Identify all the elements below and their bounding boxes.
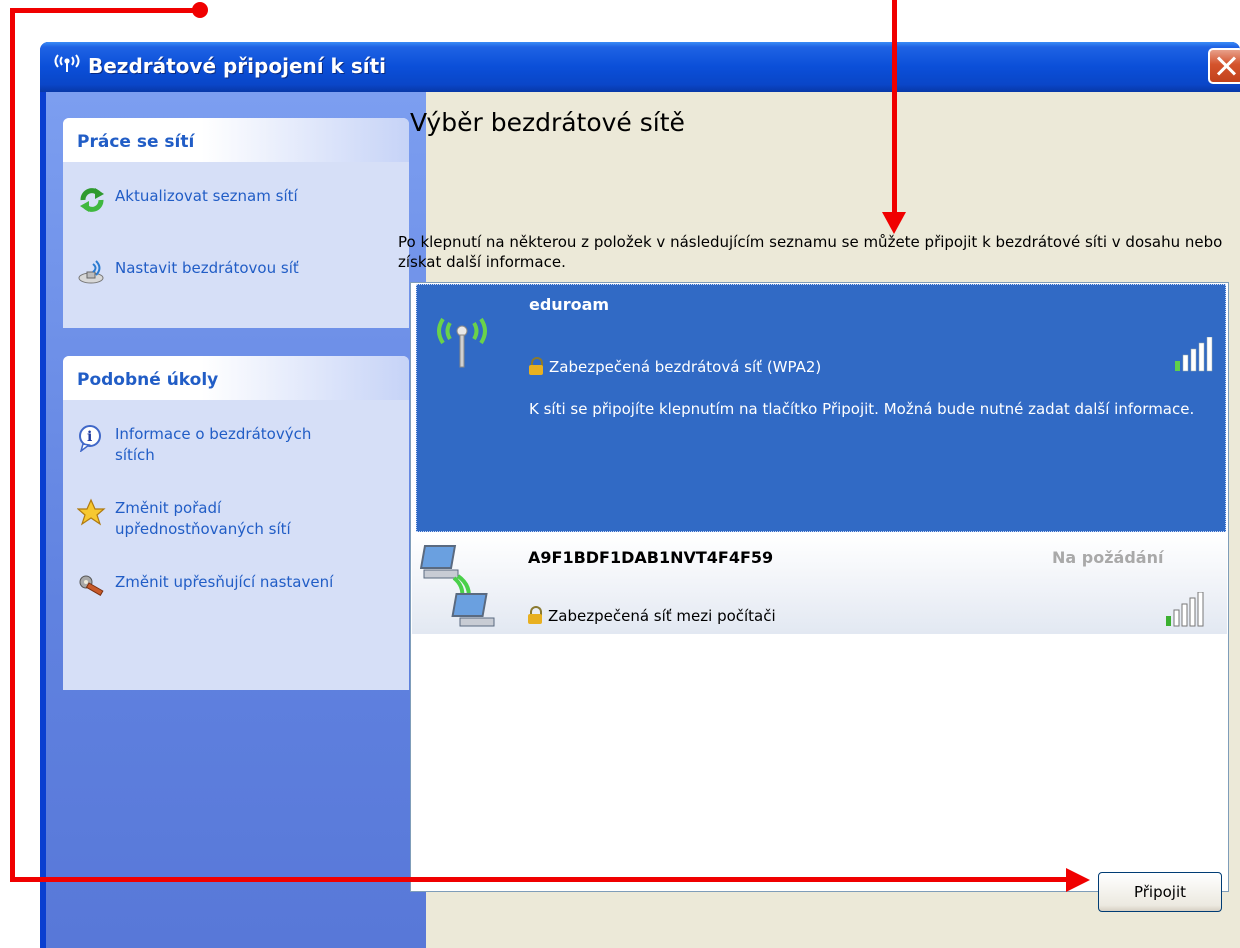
signal-strength-icon xyxy=(1164,591,1212,632)
lock-icon xyxy=(529,357,543,375)
star-icon xyxy=(76,498,109,526)
network-status: Na požádání xyxy=(1052,548,1164,567)
setup-wireless-network-task[interactable]: Nastavit bezdrátovou síť xyxy=(77,258,355,286)
annotation-arrow-right xyxy=(1066,868,1090,892)
task-label: Změnit pořadí upřednostňovaných sítí xyxy=(115,499,291,538)
security-text: Zabezpečená síť mezi počítači xyxy=(548,607,776,625)
network-security: Zabezpečená bezdrátová síť (WPA2) xyxy=(529,357,821,376)
network-ssid: A9F1BDF1DAB1NVT4F4F59 xyxy=(528,548,774,567)
computer-to-computer-icon xyxy=(419,540,504,636)
signal-strength-icon xyxy=(1173,336,1221,377)
task-label: Nastavit bezdrátovou síť xyxy=(115,259,299,277)
network-detail-text: K síti se připojíte klepnutím na tlačítk… xyxy=(529,400,1195,418)
info-icon: i xyxy=(77,424,109,453)
annotation-line-bottom xyxy=(10,877,1080,882)
task-pane: Práce se sítí Aktualizovat seznam sítí N… xyxy=(46,92,426,948)
annotation-dot xyxy=(192,2,208,18)
refresh-icon xyxy=(77,186,109,214)
network-ssid: eduroam xyxy=(529,295,610,314)
window-title: Bezdrátové připojení k síti xyxy=(88,54,386,78)
title-bar[interactable]: Bezdrátové připojení k síti xyxy=(40,42,1240,92)
network-security: Zabezpečená síť mezi počítači xyxy=(528,606,776,625)
network-tasks-header[interactable]: Práce se sítí xyxy=(63,118,409,162)
advanced-settings-task[interactable]: Změnit upřesňující nastavení xyxy=(77,572,355,600)
instructions-text: Po klepnutí na některou z položek v násl… xyxy=(398,233,1223,271)
wireless-setup-icon xyxy=(77,258,109,286)
task-label: Změnit upřesňující nastavení xyxy=(115,573,334,591)
wireless-connection-window: Bezdrátové připojení k síti Práce se sít… xyxy=(40,42,1240,948)
security-text: Zabezpečená bezdrátová síť (WPA2) xyxy=(549,358,822,376)
related-tasks-group: Podobné úkoly i Informace o bezdrátových… xyxy=(63,356,409,690)
change-preferred-order-task[interactable]: Změnit pořadí upřednostňovaných sítí xyxy=(76,498,355,540)
annotation-line-left xyxy=(10,8,15,882)
wireless-antenna-icon xyxy=(431,305,493,373)
wireless-info-task[interactable]: i Informace o bezdrátových sítích xyxy=(77,424,355,466)
lock-icon xyxy=(528,606,542,624)
page-title: Výběr bezdrátové sítě xyxy=(410,108,685,137)
connect-button[interactable]: Připojit xyxy=(1098,872,1222,912)
annotation-line-vertical xyxy=(892,0,897,218)
refresh-network-list-task[interactable]: Aktualizovat seznam sítí xyxy=(77,186,355,214)
network-item-eduroam[interactable]: eduroam Zabezpečená bezdrátová síť (WPA2… xyxy=(416,284,1226,532)
tools-icon xyxy=(77,572,109,600)
task-label: Aktualizovat seznam sítí xyxy=(115,187,298,205)
window-client-area: Práce se sítí Aktualizovat seznam sítí N… xyxy=(46,92,1240,948)
network-tasks-group: Práce se sítí Aktualizovat seznam sítí N… xyxy=(63,118,409,328)
network-item-adhoc[interactable]: A9F1BDF1DAB1NVT4F4F59 Na požádání Zabezp… xyxy=(412,536,1227,634)
network-list[interactable]: eduroam Zabezpečená bezdrátová síť (WPA2… xyxy=(410,282,1229,892)
wireless-network-icon xyxy=(50,52,84,78)
annotation-line-top xyxy=(10,8,202,13)
close-button[interactable] xyxy=(1208,48,1240,84)
svg-text:i: i xyxy=(87,429,92,445)
related-tasks-header[interactable]: Podobné úkoly xyxy=(63,356,409,400)
annotation-arrow-down xyxy=(882,212,906,234)
task-label: Informace o bezdrátových sítích xyxy=(115,425,312,464)
